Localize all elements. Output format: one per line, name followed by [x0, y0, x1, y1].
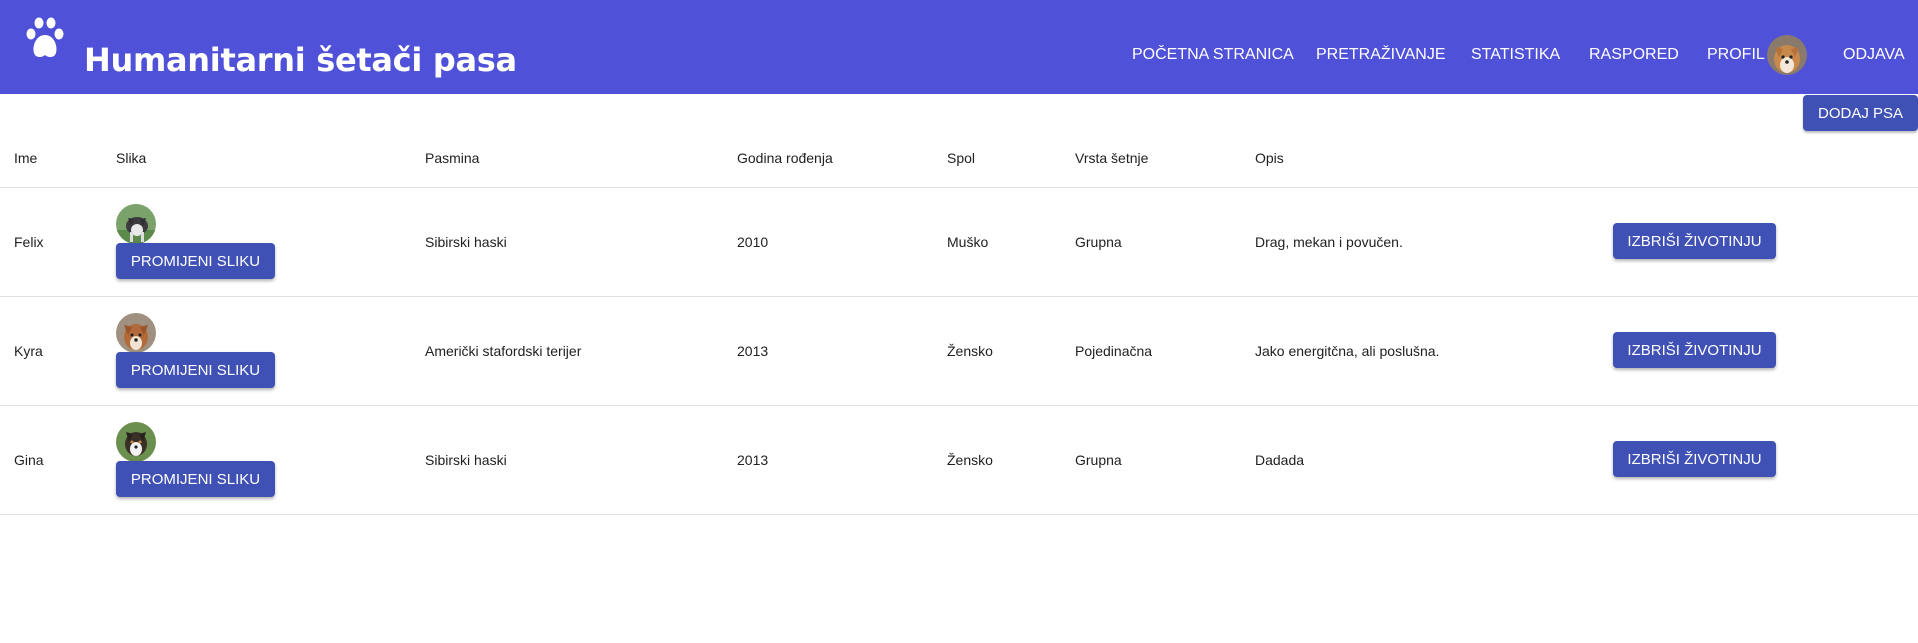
cell-walk-type: Grupna	[1075, 452, 1122, 468]
main-nav: POČETNA STRANICA PRETRAŽIVANJE STATISTIK…	[0, 42, 1918, 68]
cell-walk-type: Pojedinačna	[1075, 343, 1153, 359]
cell-breed: Sibirski haski	[425, 234, 507, 250]
column-header: Ime	[14, 150, 38, 166]
divider	[0, 405, 1918, 406]
app-bar: Humanitarni šetači pasa POČETNA STRANICA…	[0, 0, 1918, 94]
delete-animal-button[interactable]: IZBRIŠI ŽIVOTINJU	[1613, 332, 1776, 368]
column-header: Godina rođenja	[737, 150, 833, 166]
divider	[0, 514, 1918, 515]
nav-logout-link[interactable]: ODJAVA	[1843, 42, 1905, 68]
add-dog-button[interactable]: DODAJ PSA	[1803, 95, 1918, 131]
nav-schedule-link[interactable]: RASPORED	[1589, 42, 1679, 68]
cell-sex: Muško	[947, 234, 989, 250]
divider	[0, 187, 1918, 188]
cell-birth-year: 2013	[737, 343, 769, 359]
cell-breed: Američki stafordski terijer	[425, 343, 582, 359]
dog-photo	[116, 422, 156, 462]
cell-birth-year: 2010	[737, 234, 769, 250]
delete-animal-button[interactable]: IZBRIŠI ŽIVOTINJU	[1613, 223, 1776, 259]
nav-profile-link[interactable]: PROFIL	[1707, 42, 1765, 68]
cell-description: Dadada	[1255, 452, 1305, 468]
column-header: Pasmina	[425, 150, 480, 166]
cell-breed: Sibirski haski	[425, 452, 507, 468]
nav-search-link[interactable]: PRETRAŽIVANJE	[1316, 42, 1446, 68]
nav-statistics-link[interactable]: STATISTIKA	[1471, 42, 1560, 68]
column-header: Slika	[116, 150, 147, 166]
change-photo-button[interactable]: PROMIJENI SLIKU	[116, 243, 275, 279]
divider	[0, 296, 1918, 297]
dog-photo	[116, 204, 156, 244]
nav-home-link[interactable]: POČETNA STRANICA	[1132, 42, 1294, 68]
cell-name: Gina	[14, 452, 44, 468]
delete-animal-button[interactable]: IZBRIŠI ŽIVOTINJU	[1613, 441, 1776, 477]
column-header: Opis	[1255, 150, 1284, 166]
cell-description: Jako energitčna, ali poslušna.	[1255, 343, 1440, 359]
cell-walk-type: Grupna	[1075, 234, 1122, 250]
cell-sex: Žensko	[947, 343, 993, 359]
profile-avatar[interactable]	[1767, 35, 1807, 75]
column-header: Spol	[947, 150, 976, 166]
cell-name: Kyra	[14, 343, 43, 359]
dog-photo	[116, 313, 156, 353]
cell-description: Drag, mekan i povučen.	[1255, 234, 1403, 250]
change-photo-button[interactable]: PROMIJENI SLIKU	[116, 461, 275, 497]
cell-name: Felix	[14, 234, 44, 250]
change-photo-button[interactable]: PROMIJENI SLIKU	[116, 352, 275, 388]
column-header: Vrsta šetnje	[1075, 150, 1149, 166]
cell-sex: Žensko	[947, 452, 993, 468]
cell-birth-year: 2013	[737, 452, 769, 468]
